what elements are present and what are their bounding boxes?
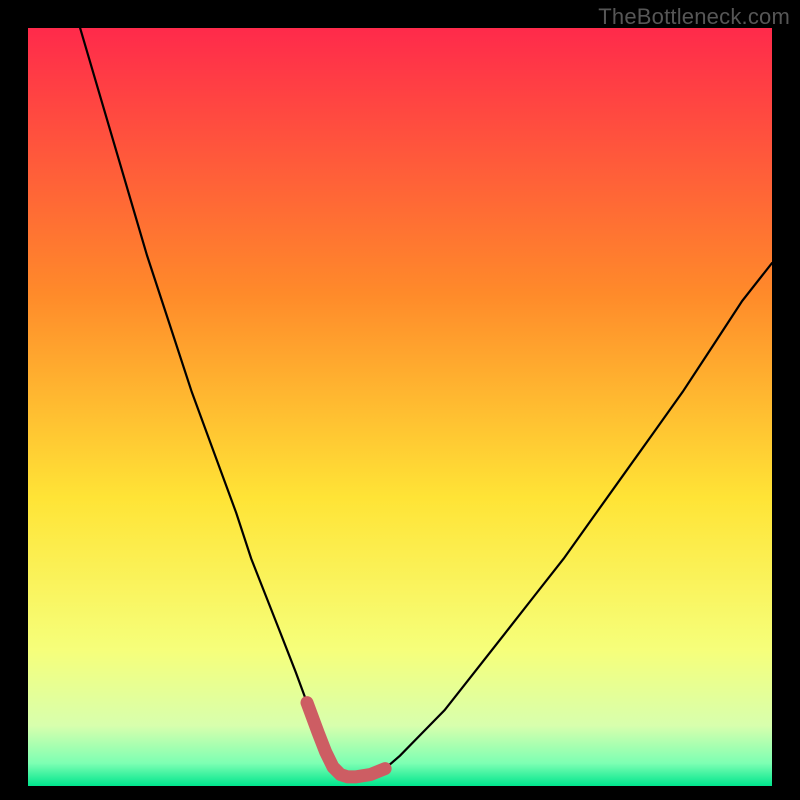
bottleneck-chart [28,28,772,786]
heat-gradient-bg [28,28,772,786]
app-frame: TheBottleneck.com [0,0,800,800]
watermark-text: TheBottleneck.com [598,4,790,30]
